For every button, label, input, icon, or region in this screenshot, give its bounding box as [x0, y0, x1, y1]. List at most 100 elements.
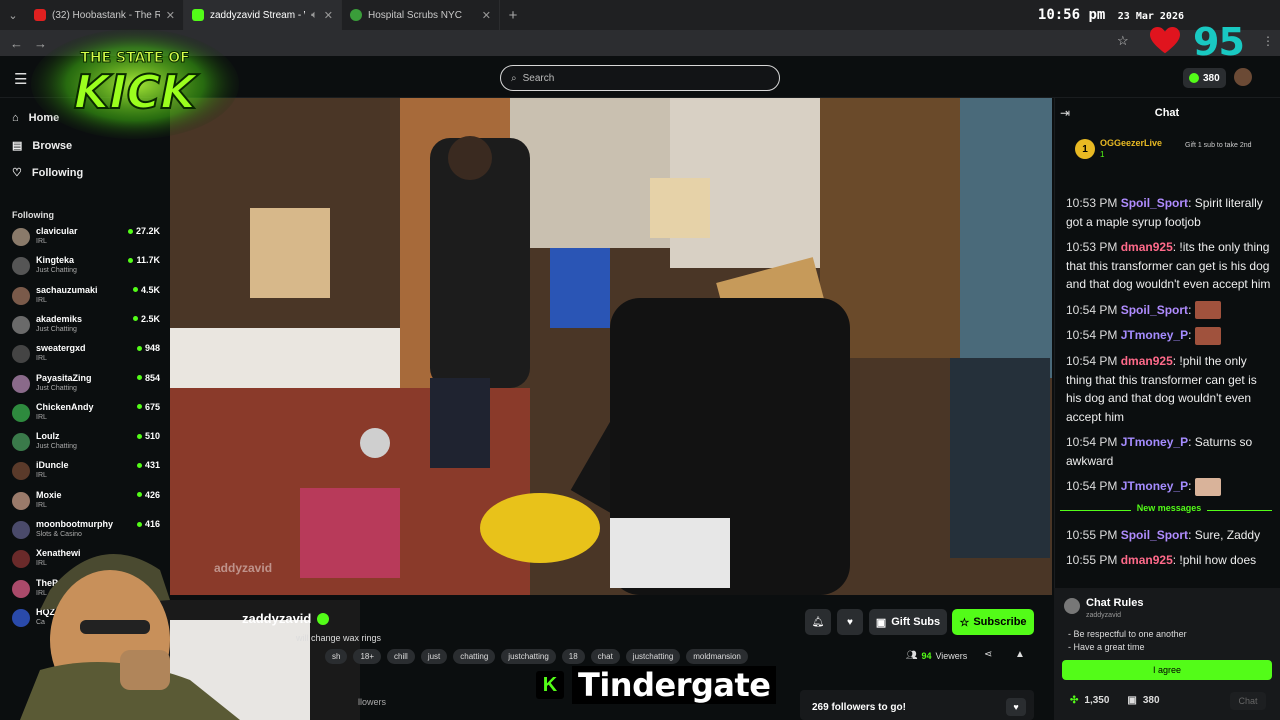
stream-tag[interactable]: chill	[387, 649, 415, 664]
points-count: 380	[1203, 72, 1220, 84]
stream-tag[interactable]: 18	[561, 649, 585, 664]
message-username[interactable]: JTmoney_P	[1121, 328, 1188, 342]
gift-leaderboard[interactable]: 1 OGGeezerLive 1 Gift 1 sub to take 2nd	[1075, 137, 1275, 167]
sidebar-channel[interactable]: sweatergxd IRL 948	[12, 343, 160, 371]
stream-tag[interactable]: 18+	[353, 649, 382, 664]
message-username[interactable]: Spoil_Sport	[1121, 303, 1188, 317]
chat-send-button[interactable]: Chat	[1230, 692, 1266, 710]
new-messages-label: New messages	[1130, 502, 1208, 513]
avatar	[12, 403, 30, 422]
message-username[interactable]: JTmoney_P	[1121, 435, 1188, 449]
tab-search-icon[interactable]: ⌄	[0, 0, 26, 30]
page: ⌄ (32) Hoobastank - The Reason ✕ zaddyza…	[0, 0, 1280, 720]
logo-line1: THE STATE OF	[80, 50, 189, 66]
close-icon[interactable]: ✕	[324, 9, 333, 22]
user-avatar[interactable]	[1234, 68, 1252, 86]
new-tab-button[interactable]: +	[500, 7, 526, 24]
message-username[interactable]: dman925	[1121, 354, 1173, 368]
following-header: Following	[12, 210, 54, 220]
close-icon[interactable]: ✕	[482, 9, 491, 22]
channel-category: Just Chatting	[36, 384, 77, 392]
chat-message: 10:55 PM Spoil_Sport: Sure, Zaddy	[1066, 527, 1261, 542]
sidebar-channel[interactable]: Loulz Just Chatting 510	[12, 431, 160, 459]
channel-viewers: 416	[137, 519, 160, 529]
back-icon[interactable]: ←	[10, 36, 23, 51]
state-of-kick-logo: THE STATE OF KICK	[31, 29, 239, 139]
chat-message: 10:55 PM dman925: !phil how does	[1066, 553, 1257, 568]
heart-icon: ♡	[12, 167, 22, 179]
verified-icon	[317, 612, 330, 625]
clock-date: 23 Mar 2026	[1117, 11, 1184, 22]
channel-name: akademiks	[36, 313, 83, 324]
stream-tag[interactable]: justchatting	[625, 649, 681, 664]
channel-category: IRL	[36, 238, 47, 245]
notification-bell-button[interactable]: 🔔︎	[805, 609, 831, 635]
stream-tag[interactable]: justchatting	[501, 649, 556, 664]
message-username[interactable]: Spoil_Sport	[1121, 528, 1188, 542]
bookmark-star-icon[interactable]: ☆	[1117, 33, 1129, 49]
stream-tag[interactable]: chatting	[453, 649, 496, 664]
message-username[interactable]: JTmoney_P	[1121, 479, 1188, 493]
sidebar-channel[interactable]: Kingteka Just Chatting 11.7K	[12, 255, 160, 283]
stream-tag[interactable]: sh	[325, 649, 348, 664]
heart-icon[interactable]: ♥	[1006, 698, 1026, 716]
emote-icon	[1194, 327, 1221, 346]
stream-tag[interactable]: just	[420, 649, 448, 664]
stream-tag[interactable]: chat	[590, 649, 620, 664]
avatar	[12, 286, 30, 305]
sidebar-channel[interactable]: PayasitaZing Just Chatting 854	[12, 373, 160, 401]
chat-message: 10:54 PM JTmoney_P:	[1066, 326, 1272, 346]
message-username[interactable]: Spoil_Sport	[1121, 196, 1188, 210]
agree-button[interactable]: I agree	[1062, 660, 1272, 680]
menu-icon[interactable]: ⋮	[1262, 34, 1274, 48]
channel-viewers: 2.5K	[133, 314, 160, 324]
sidebar-channel[interactable]: Moxie IRL 426	[12, 490, 160, 518]
heart-icon	[1150, 26, 1180, 54]
close-icon[interactable]: ✕	[166, 9, 175, 22]
hamburger-icon[interactable]: ☰	[14, 70, 27, 88]
channel-name: sweatergxd	[36, 343, 86, 354]
subscribe-button[interactable]: ☆ Subscribe	[952, 609, 1034, 635]
streamer-username: zaddyzavid	[242, 611, 312, 626]
sidebar-channel[interactable]: iDuncle IRL 431	[12, 460, 160, 488]
rule-item: - Have a great time	[1068, 642, 1145, 652]
search-input[interactable]: ⌕ Search	[500, 65, 780, 91]
channel-category: IRL	[36, 296, 47, 304]
avatar	[12, 315, 30, 334]
followers-label: llowers	[358, 697, 387, 707]
sidebar-item-following[interactable]: ♡ Following	[12, 166, 83, 180]
home-icon: ⌂	[12, 112, 19, 124]
clock-overlay: 10:56 pm 23 Mar 2026	[1038, 7, 1184, 23]
new-messages-divider[interactable]: New messages	[1060, 502, 1272, 517]
video-player[interactable]: addyzavid	[170, 98, 1052, 595]
streamer-name[interactable]: zaddyzavid	[242, 611, 330, 626]
sidebar-channel[interactable]: ChickenAndy IRL 675	[12, 402, 160, 430]
gift-subs-button[interactable]: ▣ Gift Subs	[869, 609, 947, 635]
footer-subs: 380	[1142, 695, 1160, 706]
avatar	[12, 462, 30, 481]
kick-icon	[192, 9, 204, 21]
tab-hospital-scrubs[interactable]: Hospital Scrubs NYC ✕	[342, 0, 500, 30]
channel-viewers: 948	[137, 343, 160, 353]
kick-k-icon: K	[536, 671, 564, 699]
stream-tag[interactable]: moldmansion	[686, 649, 748, 664]
channel-category: IRL	[36, 501, 47, 509]
report-icon[interactable]: ▲	[1015, 649, 1025, 660]
follow-button[interactable]: ♥	[837, 609, 863, 635]
message-username[interactable]: dman925	[1121, 553, 1173, 567]
rank-badge: 1	[1075, 139, 1095, 159]
points-badge[interactable]: 380	[1183, 68, 1226, 88]
chat-message: 10:53 PM Spoil_Sport: Spirit literally g…	[1066, 196, 1263, 229]
share-icon[interactable]: ⋖	[984, 649, 992, 660]
message-username[interactable]: dman925	[1121, 240, 1173, 254]
emote-icon	[1194, 477, 1221, 496]
sidebar-channel[interactable]: akademiks Just Chatting 2.5K	[12, 314, 160, 342]
sidebar-channel[interactable]: clavicular IRL 27.2K	[12, 226, 160, 254]
star-icon: ☆	[959, 616, 970, 629]
message-time: 10:54 PM	[1066, 435, 1118, 450]
search-placeholder: Search	[522, 72, 555, 84]
sidebar-channel[interactable]: sachauzumaki IRL 4.5K	[12, 285, 160, 313]
sidebar-item-browse[interactable]: ▤ Browse	[12, 139, 72, 153]
avatar	[12, 374, 30, 393]
mute-icon[interactable]: 🔈︎	[311, 9, 318, 22]
